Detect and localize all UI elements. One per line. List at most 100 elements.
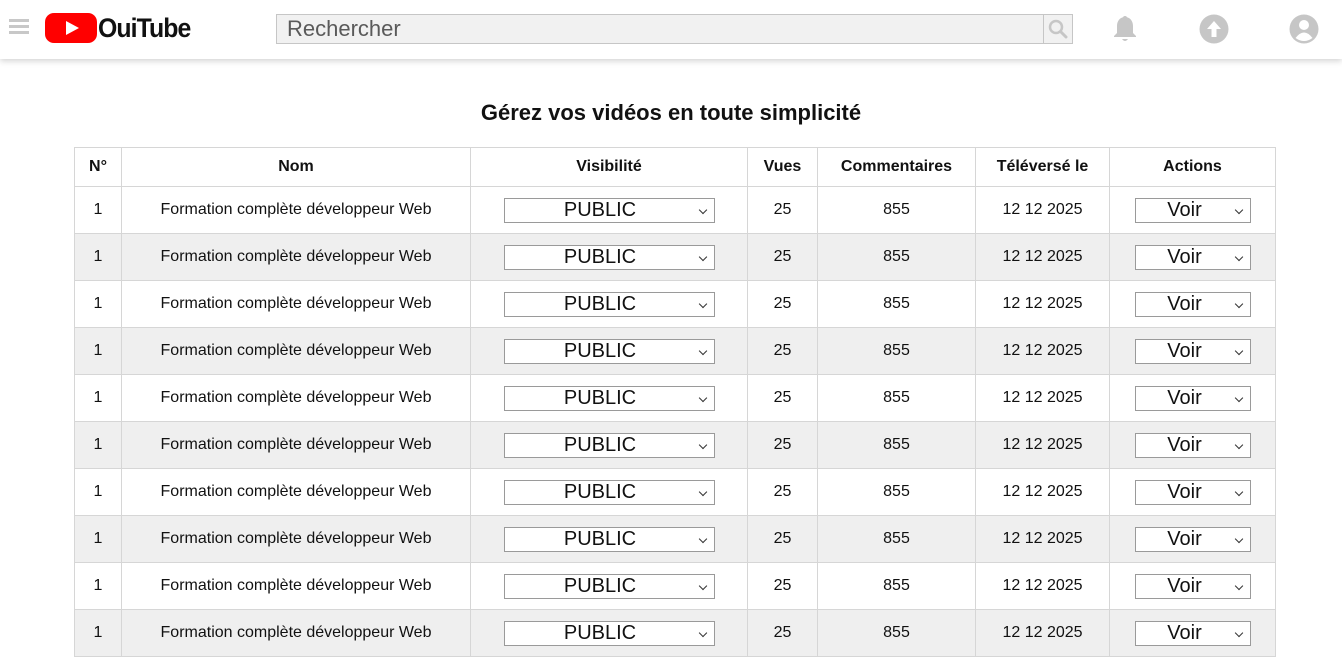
cell-views: 25 [747, 468, 818, 516]
table-row: 1 Formation complète développeur Web PUBLI… [74, 562, 1276, 610]
chevron-down-icon [698, 534, 707, 543]
table-row: 1 Formation complète développeur Web PUBLI… [74, 280, 1276, 328]
bell-icon[interactable] [1110, 14, 1140, 44]
page-title: Gérez vos vidéos en toute simplicité [480, 100, 862, 125]
chevron-down-icon [1234, 346, 1243, 355]
cell-name: Formation complète développeur Web [121, 186, 471, 234]
actions-select[interactable]: Voir [1134, 244, 1251, 270]
cell-uploaded: 12 12 2025 [975, 609, 1110, 657]
chevron-down-icon [698, 581, 707, 590]
chevron-down-icon [1234, 534, 1243, 543]
search-input[interactable] [277, 15, 1043, 43]
cell-actions: Voir [1109, 468, 1276, 516]
cell-number: 1 [74, 468, 122, 516]
actions-select[interactable]: Voir [1134, 385, 1251, 411]
cell-visibility: PUBLIC [470, 327, 748, 375]
cell-number: 1 [74, 562, 122, 610]
cell-visibility: PUBLIC [470, 468, 748, 516]
cell-visibility: PUBLIC [470, 233, 748, 281]
cell-name: Formation complète développeur Web [121, 562, 471, 610]
visibility-value: PUBLIC [563, 574, 637, 597]
chevron-down-icon [698, 487, 707, 496]
visibility-select[interactable]: PUBLIC [503, 573, 715, 599]
visibility-select[interactable]: PUBLIC [503, 244, 715, 270]
cell-comments: 855 [817, 515, 976, 563]
visibility-select[interactable]: PUBLIC [503, 479, 715, 505]
cell-number: 1 [74, 233, 122, 281]
actions-select[interactable]: Voir [1134, 338, 1251, 364]
chevron-down-icon [1234, 252, 1243, 261]
visibility-select[interactable]: PUBLIC [503, 197, 715, 223]
chevron-down-icon [1234, 487, 1243, 496]
table-row: 1 Formation complète développeur Web PUBLI… [74, 609, 1276, 657]
action-value: Voir [1167, 621, 1202, 644]
visibility-value: PUBLIC [563, 386, 637, 409]
cell-comments: 855 [817, 468, 976, 516]
visibility-select[interactable]: PUBLIC [503, 432, 715, 458]
logo-text: OuiTube [98, 12, 191, 43]
actions-select[interactable]: Voir [1134, 291, 1251, 317]
cell-actions: Voir [1109, 421, 1276, 469]
cell-visibility: PUBLIC [470, 280, 748, 328]
visibility-select[interactable]: PUBLIC [503, 526, 715, 552]
visibility-select[interactable]: PUBLIC [503, 620, 715, 646]
column-header-number: N° [74, 147, 122, 187]
cell-name: Formation complète développeur Web [121, 515, 471, 563]
cell-comments: 855 [817, 421, 976, 469]
logo[interactable]: OuiTube [45, 13, 199, 43]
chevron-down-icon [698, 299, 707, 308]
cell-number: 1 [74, 280, 122, 328]
cell-uploaded: 12 12 2025 [975, 233, 1110, 281]
cell-comments: 855 [817, 374, 976, 422]
table-row: 1 Formation complète développeur Web PUBLI… [74, 468, 1276, 516]
account-icon[interactable] [1289, 14, 1319, 44]
cell-uploaded: 12 12 2025 [975, 327, 1110, 375]
cell-number: 1 [74, 327, 122, 375]
visibility-value: PUBLIC [563, 198, 637, 221]
cell-actions: Voir [1109, 186, 1276, 234]
visibility-value: PUBLIC [563, 621, 637, 644]
actions-select[interactable]: Voir [1134, 526, 1251, 552]
cell-name: Formation complète développeur Web [121, 233, 471, 281]
cell-uploaded: 12 12 2025 [975, 421, 1110, 469]
cell-comments: 855 [817, 562, 976, 610]
cell-name: Formation complète développeur Web [121, 374, 471, 422]
cell-name: Formation complète développeur Web [121, 327, 471, 375]
visibility-value: PUBLIC [563, 339, 637, 362]
cell-views: 25 [747, 280, 818, 328]
videos-table: N° Nom Visibilité Vues Commentaires Télé… [74, 147, 1276, 657]
column-header-actions: Actions [1109, 147, 1276, 187]
visibility-select[interactable]: PUBLIC [503, 291, 715, 317]
hamburger-menu-icon[interactable] [9, 19, 29, 35]
cell-number: 1 [74, 515, 122, 563]
cell-name: Formation complète développeur Web [121, 468, 471, 516]
cell-comments: 855 [817, 186, 976, 234]
chevron-down-icon [698, 205, 707, 214]
chevron-down-icon [1234, 581, 1243, 590]
cell-comments: 855 [817, 280, 976, 328]
chevron-down-icon [1234, 299, 1243, 308]
cell-name: Formation complète développeur Web [121, 421, 471, 469]
cell-name: Formation complète développeur Web [121, 609, 471, 657]
visibility-select[interactable]: PUBLIC [503, 338, 715, 364]
cell-actions: Voir [1109, 374, 1276, 422]
actions-select[interactable]: Voir [1134, 479, 1251, 505]
visibility-select[interactable]: PUBLIC [503, 385, 715, 411]
action-value: Voir [1167, 292, 1202, 315]
cell-number: 1 [74, 609, 122, 657]
actions-select[interactable]: Voir [1134, 573, 1251, 599]
upload-icon[interactable] [1199, 14, 1229, 44]
actions-select[interactable]: Voir [1134, 197, 1251, 223]
action-value: Voir [1167, 527, 1202, 550]
actions-select[interactable]: Voir [1134, 432, 1251, 458]
action-value: Voir [1167, 480, 1202, 503]
table-row: 1 Formation complète développeur Web PUBLI… [74, 327, 1276, 375]
cell-visibility: PUBLIC [470, 421, 748, 469]
cell-views: 25 [747, 609, 818, 657]
chevron-down-icon [698, 440, 707, 449]
column-header-uploaded: Téléversé le [975, 147, 1110, 187]
action-value: Voir [1167, 339, 1202, 362]
play-logo-icon [45, 13, 97, 43]
search-button[interactable] [1043, 15, 1072, 43]
actions-select[interactable]: Voir [1134, 620, 1251, 646]
